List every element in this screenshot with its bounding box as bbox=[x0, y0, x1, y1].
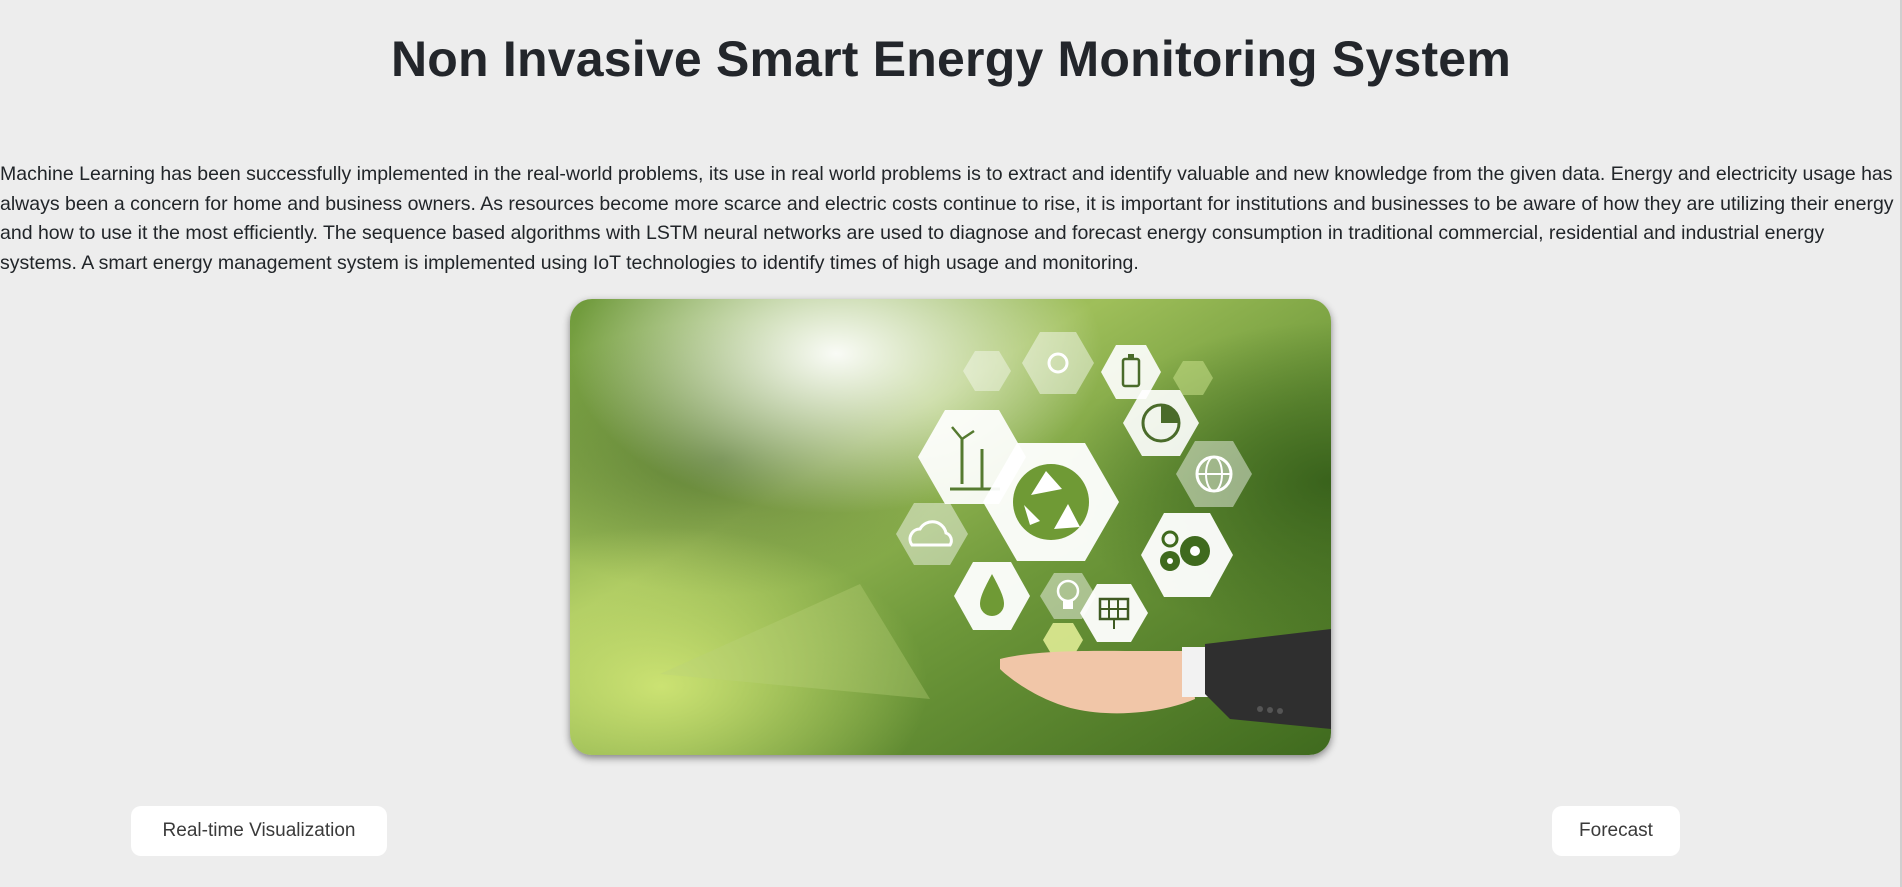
realtime-visualization-button[interactable]: Real-time Visualization bbox=[131, 806, 387, 856]
page-title: Non Invasive Smart Energy Monitoring Sys… bbox=[391, 31, 1511, 87]
intro-paragraph: Machine Learning has been successfully i… bbox=[0, 163, 1894, 274]
forecast-button[interactable]: Forecast bbox=[1552, 806, 1680, 856]
hero-image bbox=[570, 299, 1331, 755]
